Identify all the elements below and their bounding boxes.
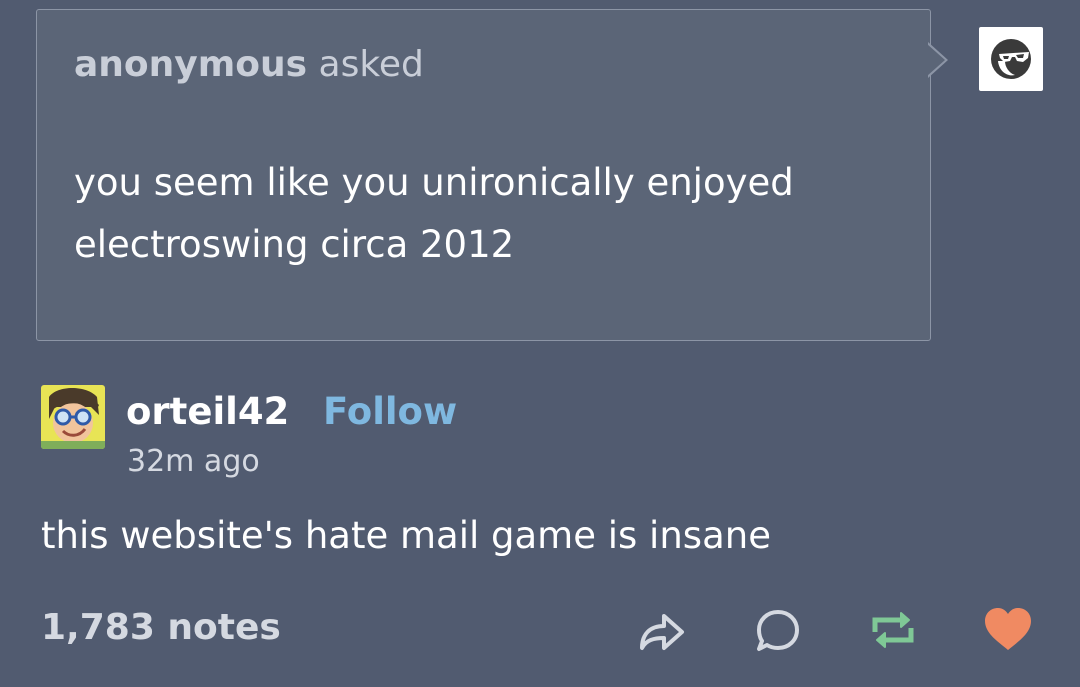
asker-verb: asked (318, 44, 424, 85)
post-username[interactable]: orteil42 (126, 390, 289, 433)
post-body-text: this website's hate mail game is insane (41, 514, 771, 557)
post-timestamp: 32m ago (127, 444, 260, 479)
notes-count[interactable]: 1,783 notes (41, 607, 281, 648)
anonymous-avatar[interactable] (979, 27, 1043, 91)
share-button[interactable] (636, 604, 688, 656)
asker-name[interactable]: anonymous (74, 44, 307, 85)
reblog-button[interactable] (867, 604, 919, 656)
like-button[interactable] (982, 604, 1034, 656)
share-arrow-icon (640, 614, 684, 650)
speech-bubble-icon (757, 610, 799, 651)
heart-icon (985, 608, 1031, 650)
reply-button[interactable] (752, 604, 804, 656)
sunglasses-face-icon (991, 39, 1031, 79)
ask-pointer-inner (927, 44, 945, 76)
follow-button[interactable]: Follow (323, 390, 457, 433)
user-avatar[interactable] (41, 385, 105, 449)
asker-line: anonymous asked (74, 44, 424, 85)
reblog-icon (872, 612, 914, 648)
ask-question: you seem like you unironically enjoyed e… (74, 161, 794, 266)
